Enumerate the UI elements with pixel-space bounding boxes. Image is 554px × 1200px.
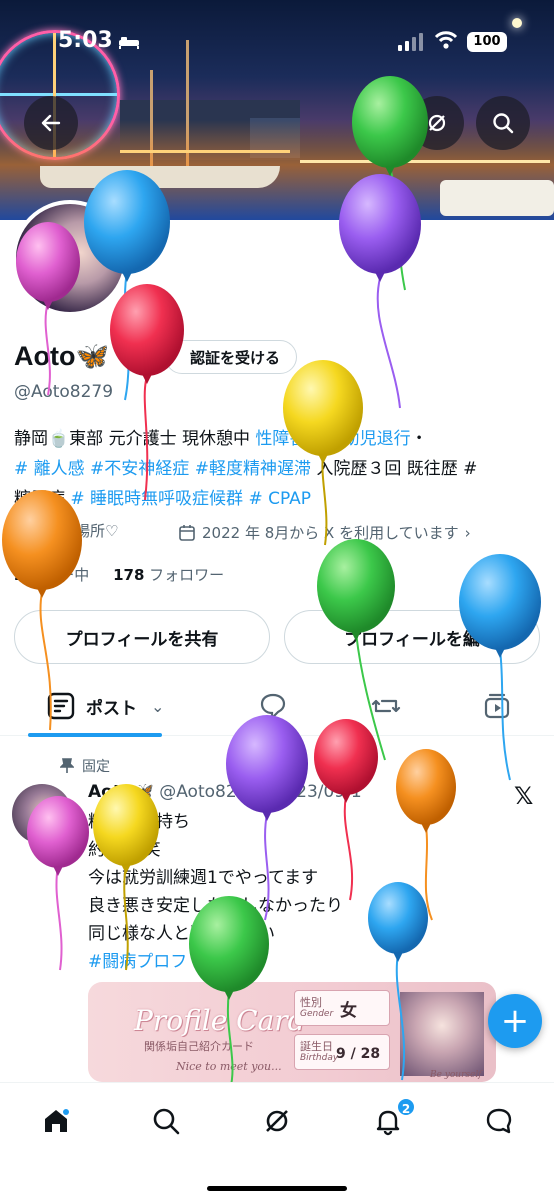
following-label[interactable]: ォロー中 — [29, 566, 89, 584]
post-line: 同じ様な人と繋がりたい — [88, 924, 275, 944]
tab-posts-label: ポスト — [86, 698, 137, 719]
card-title: Profile Card — [134, 1004, 306, 1037]
active-tab-indicator — [28, 733, 162, 737]
grok-icon — [428, 114, 446, 132]
bottom-nav: 2 — [0, 1082, 554, 1200]
arrow-left-icon — [41, 114, 61, 132]
tab-posts[interactable]: ポスト ⌄ — [46, 676, 164, 736]
get-verified-button[interactable]: 認証を受ける — [165, 340, 297, 374]
pin-icon — [60, 758, 74, 773]
reply-icon — [260, 693, 286, 721]
profile-bio: 静岡🍵東部 元介護士 現休憩中 性障害 / # 幼児退行・ # 離人感 #不安神… — [14, 424, 548, 514]
bio-line: # 離人感 #不安神経症 #軽度精神遅滞 入院歴３回 既往歴 # — [14, 454, 548, 484]
repost-icon — [371, 699, 401, 713]
post-header: Aoto🦋 @Aoto8279 · 2023/09/1 — [88, 782, 362, 802]
profile-location: る場所♡ — [60, 522, 119, 540]
compose-post-button[interactable]: + — [488, 994, 542, 1048]
card-tagline: Be yourself — [430, 1070, 482, 1080]
back-button[interactable] — [24, 96, 78, 150]
following-count[interactable]: 2 — [14, 566, 24, 584]
cellular-signal-icon — [398, 33, 424, 51]
plus-icon: + — [500, 1001, 530, 1041]
boat — [440, 180, 554, 216]
sleep-focus-icon — [119, 37, 139, 49]
post-author-name[interactable]: Aoto🦋 — [88, 782, 154, 802]
nav-messages[interactable] — [481, 1103, 517, 1139]
bio-text: 糖尿病 — [14, 489, 65, 509]
home-icon — [45, 1109, 69, 1132]
tab-media[interactable] — [482, 676, 512, 736]
profile-tabs: ポスト ⌄ — [0, 676, 554, 736]
bio-text: 静岡🍵東部 元介護士 現休憩中 — [14, 429, 250, 449]
post-hashtag[interactable]: #闘病プロフ — [88, 948, 528, 976]
search-button[interactable] — [476, 96, 530, 150]
card-photo — [400, 992, 484, 1076]
profile-name: Aoto🦋 — [14, 341, 110, 371]
card-birthday-sub: Birthday — [300, 1053, 339, 1063]
card-birthday-value: 9 / 28 — [336, 1046, 381, 1062]
status-time: 5:03 — [58, 28, 113, 53]
post-line: 約 0 年笑 — [88, 840, 161, 860]
x-logo-icon: 𝕏 — [514, 782, 534, 810]
card-gender-label: 性別 — [300, 996, 322, 1009]
post-line: 良き悪き安定したりしなかったり — [88, 896, 343, 916]
calendar-icon — [179, 524, 195, 541]
post-meta: @Aoto8279 · 2023/09/1 — [159, 782, 362, 802]
card-greeting: Nice to meet you... — [176, 1060, 282, 1073]
edit-profile-button[interactable]: プロフィールを編 — [284, 610, 540, 664]
bio-hashtag[interactable]: # 離人感 #不安神経症 #軽度精神遅滞 — [14, 459, 311, 479]
chevron-down-icon: ⌄ — [151, 696, 165, 716]
harbor-lights — [300, 160, 550, 163]
bio-hashtag[interactable]: # 幼児退行 — [323, 429, 411, 449]
search-icon — [153, 1108, 180, 1135]
home-indicator — [207, 1186, 347, 1191]
notifications-badge: 2 — [396, 1097, 416, 1117]
bio-text: 入院歴３回 既往歴 # — [310, 459, 478, 479]
bio-text: ・ — [410, 429, 428, 449]
grok-icon — [266, 1110, 288, 1132]
profile-joined[interactable]: 2022 年 8月から X を利用しています › — [178, 522, 471, 543]
ship-hull — [40, 166, 280, 188]
joined-text: 2022 年 8月から X を利用しています — [202, 524, 459, 542]
nav-home[interactable] — [38, 1103, 74, 1139]
search-icon — [493, 113, 514, 134]
post-image-profile-card[interactable]: Profile Card 関係垢自己紹介カード Nice to meet you… — [88, 982, 496, 1082]
card-subtitle: 関係垢自己紹介カード — [144, 1040, 254, 1053]
post-body[interactable]: 精神疾患持ち 約 0 年笑 今は就労訓練週1でやってます 良き悪き安定したりしな… — [88, 808, 528, 976]
wifi-icon — [434, 31, 458, 49]
harbor-lights — [120, 150, 290, 153]
profile-handle: @Aoto8279 — [14, 382, 114, 402]
bio-hashtag[interactable]: 性障害 — [255, 429, 306, 449]
nav-explore[interactable] — [148, 1103, 184, 1139]
share-profile-button[interactable]: プロフィールを共有 — [14, 610, 270, 664]
posts-icon — [47, 692, 75, 720]
tab-replies[interactable] — [258, 676, 288, 736]
followers-count[interactable]: 178 — [113, 566, 144, 584]
message-icon — [486, 1108, 512, 1134]
profile-avatar[interactable] — [12, 200, 128, 316]
pinned-indicator: 固定 — [60, 756, 110, 776]
card-gender-value: 女 — [340, 1001, 357, 1021]
status-bar: 5:03 100 — [0, 0, 554, 80]
follow-stats: 2 ォロー中 178 フォロワー — [14, 564, 224, 585]
bio-line: 糖尿病 # 睡眠時無呼吸症候群 # CPAP — [14, 484, 548, 514]
tab-reposts[interactable] — [370, 676, 402, 736]
nav-grok[interactable] — [259, 1103, 295, 1139]
media-icon — [484, 693, 510, 719]
bio-line: 静岡🍵東部 元介護士 現休憩中 性障害 / # 幼児退行・ — [14, 424, 548, 454]
card-birthday-label: 誕生日 — [300, 1040, 333, 1053]
bio-hashtag[interactable]: # 睡眠時無呼吸症候群 # CPAP — [65, 489, 311, 509]
post-author-avatar[interactable] — [12, 784, 72, 844]
battery-indicator: 100 — [467, 32, 507, 52]
bio-text: / — [306, 429, 323, 449]
grok-button[interactable] — [410, 96, 464, 150]
chevron-right-icon: › — [464, 523, 471, 542]
post-line: 今は就労訓練週1でやってます — [88, 868, 319, 888]
followers-label[interactable]: フォロワー — [149, 566, 224, 584]
pinned-label: 固定 — [82, 759, 110, 775]
card-gender-sub: Gender — [300, 1009, 334, 1019]
post-line: 精神疾患持ち — [88, 812, 190, 832]
